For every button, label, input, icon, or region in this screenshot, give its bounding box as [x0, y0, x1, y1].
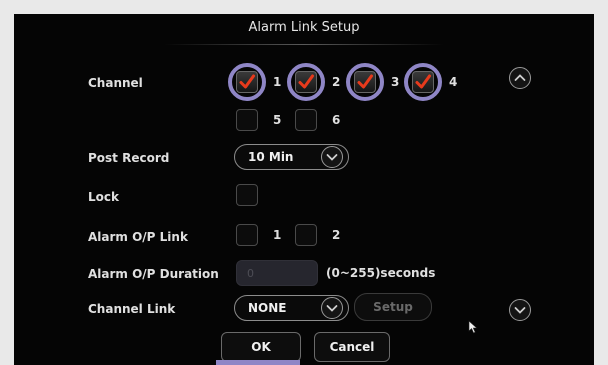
channel-label: Channel [88, 76, 143, 90]
post-record-value: 10 Min [248, 150, 294, 164]
post-record-label: Post Record [88, 151, 170, 165]
lock-checkbox[interactable] [236, 184, 258, 206]
highlight-ring-channel-1 [228, 63, 266, 101]
channel-link-dropdown[interactable]: NONE [234, 295, 349, 321]
alarm-op-duration-placeholder: 0 [247, 267, 254, 280]
chevron-down-icon [326, 305, 338, 312]
post-record-dropdown-toggle[interactable] [321, 146, 343, 168]
scroll-up-button[interactable] [509, 67, 531, 89]
channel-link-dropdown-toggle[interactable] [321, 297, 343, 319]
highlight-ring-channel-2 [287, 63, 325, 101]
scroll-down-button[interactable] [509, 299, 531, 321]
alarm-link-setup-dialog: Alarm Link Setup Channel 1 2 3 4 5 6 Pos… [14, 14, 594, 365]
channel-5-checkbox[interactable] [236, 109, 258, 131]
setup-button[interactable]: Setup [354, 293, 432, 321]
cancel-button[interactable]: Cancel [314, 332, 390, 362]
alarm-op-link-1-number: 1 [273, 228, 282, 242]
highlight-ring-channel-4 [404, 63, 442, 101]
channel-4-number: 4 [449, 75, 458, 89]
channel-6-number: 6 [332, 113, 341, 127]
ok-button[interactable]: OK [221, 332, 301, 362]
dialog-title: Alarm Link Setup [248, 20, 360, 35]
post-record-dropdown[interactable]: 10 Min [234, 144, 349, 170]
ok-highlight-bar [216, 360, 300, 365]
chevron-up-icon [514, 74, 526, 81]
alarm-op-duration-input[interactable]: 0 [236, 260, 318, 286]
channel-2-number: 2 [332, 75, 341, 89]
channel-6-checkbox[interactable] [295, 109, 317, 131]
channel-link-value: NONE [248, 301, 287, 315]
alarm-op-link-2-checkbox[interactable] [295, 224, 317, 246]
alarm-op-link-2-number: 2 [332, 228, 341, 242]
highlight-ring-channel-3 [346, 63, 384, 101]
alarm-op-link-1-checkbox[interactable] [236, 224, 258, 246]
mouse-pointer-icon [468, 320, 478, 334]
channel-3-number: 3 [391, 75, 400, 89]
chevron-down-icon [514, 307, 526, 314]
channel-link-label: Channel Link [88, 302, 176, 316]
alarm-op-duration-label: Alarm O/P Duration [88, 267, 219, 281]
channel-5-number: 5 [273, 113, 282, 127]
alarm-op-duration-range: (0~255)seconds [326, 266, 436, 280]
lock-label: Lock [88, 190, 119, 204]
channel-1-number: 1 [273, 75, 282, 89]
alarm-op-link-label: Alarm O/P Link [88, 230, 188, 244]
title-divider [164, 44, 444, 45]
chevron-down-icon [326, 154, 338, 161]
